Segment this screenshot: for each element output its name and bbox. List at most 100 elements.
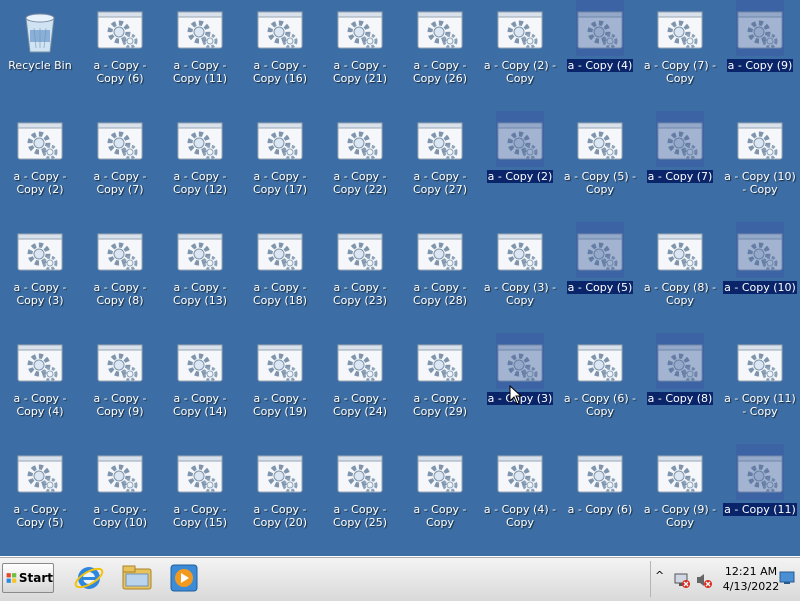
desktop-icon[interactable]: a - Copy (9) (720, 0, 800, 92)
desktop-icon[interactable]: a - Copy - Copy (5) (0, 444, 80, 536)
desktop-icon[interactable]: a - Copy (4) - Copy (480, 444, 560, 536)
file-icon (337, 11, 383, 49)
icon-image-wrapper (256, 444, 304, 500)
desktop-icon[interactable]: a - Copy - Copy (25) (320, 444, 400, 536)
file-icon (577, 11, 623, 49)
icon-image-wrapper (656, 444, 704, 500)
show-hidden-icons-chevron[interactable]: ^ (655, 569, 664, 582)
mouse-cursor-icon (509, 385, 523, 405)
desktop-icon[interactable]: Recycle Bin (0, 0, 80, 92)
desktop-icon[interactable]: a - Copy - Copy (17) (240, 111, 320, 203)
show-desktop-icon[interactable] (779, 571, 795, 585)
desktop-icon[interactable]: a - Copy - Copy (19) (240, 333, 320, 425)
file-icon (417, 122, 463, 160)
desktop-icon[interactable]: a - Copy (5) - Copy (560, 111, 640, 203)
desktop-icon[interactable]: a - Copy - Copy (27) (400, 111, 480, 203)
icon-image-wrapper (336, 333, 384, 389)
desktop-icon[interactable]: a - Copy (10) (720, 222, 800, 314)
desktop-icon[interactable]: a - Copy - Copy (18) (240, 222, 320, 314)
desktop-icon[interactable]: a - Copy (11) (720, 444, 800, 536)
file-icon (337, 122, 383, 160)
desktop-icon[interactable]: a - Copy - Copy (28) (400, 222, 480, 314)
desktop-icon[interactable]: a - Copy (8) - Copy (640, 222, 720, 314)
icon-image-wrapper (176, 333, 224, 389)
file-icon (17, 122, 63, 160)
desktop-icon[interactable]: a - Copy - Copy (15) (160, 444, 240, 536)
file-icon (97, 233, 143, 271)
desktop-icon[interactable]: a - Copy - Copy (22) (320, 111, 400, 203)
desktop-icon[interactable]: a - Copy - Copy (13) (160, 222, 240, 314)
clock-date[interactable]: 4/13/2022 (721, 580, 781, 593)
icon-image-wrapper (176, 222, 224, 278)
desktop-icon[interactable]: a - Copy - Copy (400, 444, 480, 536)
desktop-icon[interactable]: a - Copy (2) (480, 111, 560, 203)
icon-image-wrapper (256, 333, 304, 389)
desktop-icon[interactable]: a - Copy - Copy (29) (400, 333, 480, 425)
desktop-icon[interactable]: a - Copy (3) (480, 333, 560, 425)
desktop-icon-label: a - Copy - Copy (4) (13, 392, 67, 418)
desktop-icon-label: a - Copy - Copy (21) (333, 59, 387, 85)
media-player-icon[interactable] (168, 561, 202, 595)
desktop-icon[interactable]: a - Copy - Copy (10) (80, 444, 160, 536)
desktop-icon-label: a - Copy - Copy (18) (253, 281, 307, 307)
desktop-icon[interactable]: a - Copy - Copy (7) (80, 111, 160, 203)
desktop-icon[interactable]: a - Copy (10) - Copy (720, 111, 800, 203)
desktop-icon[interactable]: a - Copy - Copy (11) (160, 0, 240, 92)
icon-image-wrapper (176, 444, 224, 500)
desktop-icon[interactable]: a - Copy - Copy (6) (80, 0, 160, 92)
icon-image-wrapper (576, 444, 624, 500)
network-icon[interactable] (673, 571, 691, 589)
desktop-icon-label: a - Copy - Copy (19) (253, 392, 307, 418)
desktop-icon[interactable]: a - Copy - Copy (26) (400, 0, 480, 92)
desktop-icon[interactable]: a - Copy - Copy (21) (320, 0, 400, 92)
desktop-icon[interactable]: a - Copy (6) (560, 444, 640, 536)
desktop-icon[interactable]: a - Copy - Copy (14) (160, 333, 240, 425)
desktop-icon[interactable]: a - Copy (5) (560, 222, 640, 314)
desktop-icon-label: a - Copy - Copy (27) (413, 170, 467, 196)
desktop-icon[interactable]: a - Copy (6) - Copy (560, 333, 640, 425)
clock-time[interactable]: 12:21 AM (721, 565, 781, 578)
desktop-icon-label: a - Copy (10) - Copy (724, 170, 796, 196)
desktop-icon[interactable]: a - Copy (3) - Copy (480, 222, 560, 314)
desktop-icon[interactable]: a - Copy - Copy (12) (160, 111, 240, 203)
desktop-icon-label: a - Copy - Copy (413, 503, 467, 529)
desktop-icon[interactable]: a - Copy - Copy (8) (80, 222, 160, 314)
icon-image-wrapper (576, 333, 624, 389)
start-button[interactable]: Start (2, 563, 54, 593)
desktop-icon-label: a - Copy - Copy (2) (13, 170, 67, 196)
file-icon (577, 455, 623, 493)
desktop-icon[interactable]: a - Copy - Copy (9) (80, 333, 160, 425)
desktop-icon-label: a - Copy - Copy (16) (253, 59, 307, 85)
desktop-icon[interactable]: a - Copy (9) - Copy (640, 444, 720, 536)
desktop-icon-label: a - Copy - Copy (3) (13, 281, 67, 307)
icon-image-wrapper (16, 222, 64, 278)
desktop-icon[interactable]: a - Copy - Copy (4) (0, 333, 80, 425)
internet-explorer-icon[interactable] (72, 561, 106, 595)
desktop-icon[interactable]: a - Copy (7) (640, 111, 720, 203)
desktop-icon-label: a - Copy - Copy (9) (93, 392, 147, 418)
file-icon (257, 11, 303, 49)
desktop[interactable]: Recycle Bin a - Copy - Copy (6) a - Copy… (0, 0, 800, 556)
file-icon (417, 11, 463, 49)
desktop-icon[interactable]: a - Copy - Copy (3) (0, 222, 80, 314)
desktop-icon-label: a - Copy (9) - Copy (643, 503, 717, 529)
desktop-icon[interactable]: a - Copy (7) - Copy (640, 0, 720, 92)
desktop-icon[interactable]: a - Copy (11) - Copy (720, 333, 800, 425)
desktop-icon[interactable]: a - Copy - Copy (16) (240, 0, 320, 92)
desktop-icon-label: a - Copy - Copy (26) (413, 59, 467, 85)
volume-muted-icon[interactable] (695, 571, 713, 589)
desktop-icon-label: a - Copy - Copy (22) (333, 170, 387, 196)
desktop-icon[interactable]: a - Copy (4) (560, 0, 640, 92)
desktop-icon[interactable]: a - Copy - Copy (24) (320, 333, 400, 425)
desktop-icon[interactable]: a - Copy (2) - Copy (480, 0, 560, 92)
file-icon (657, 455, 703, 493)
desktop-icon-label: a - Copy - Copy (7) (93, 170, 147, 196)
desktop-icon[interactable]: a - Copy - Copy (2) (0, 111, 80, 203)
desktop-icon[interactable]: a - Copy - Copy (20) (240, 444, 320, 536)
file-icon (257, 122, 303, 160)
taskbar: Start ^ 12:21 AM 4/13/2022 (0, 556, 800, 601)
desktop-icon[interactable]: a - Copy - Copy (23) (320, 222, 400, 314)
desktop-icon[interactable]: a - Copy (8) (640, 333, 720, 425)
windows-explorer-icon[interactable] (120, 561, 154, 595)
desktop-icon-label: a - Copy (9) (726, 59, 794, 72)
